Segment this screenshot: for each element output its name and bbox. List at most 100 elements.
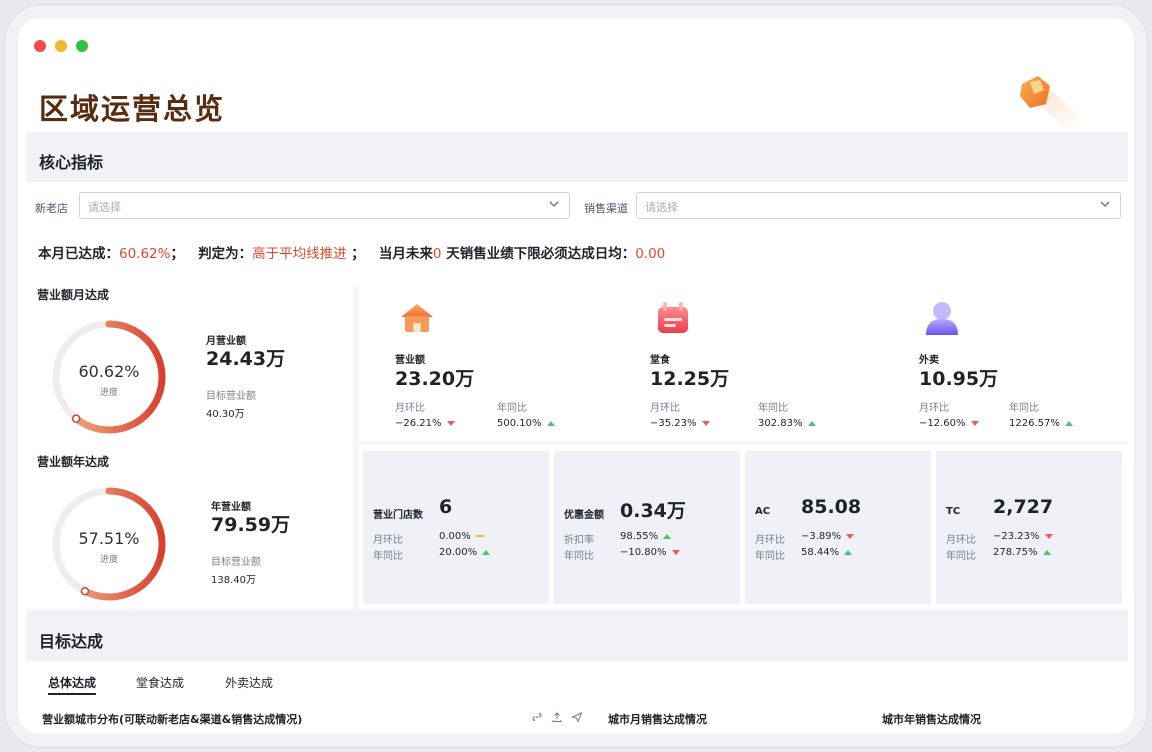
metric-row1-value: −3.89%	[801, 531, 855, 542]
tab-dine-in[interactable]: 堂食达成	[136, 674, 184, 691]
trend-down-icon	[846, 533, 855, 539]
status-future-prefix: 当月未来	[378, 246, 433, 262]
status-judge-value: 高于平均线推进	[252, 246, 347, 262]
core-section-header	[26, 132, 1128, 182]
kpi-mom-text: −35.23%	[650, 418, 697, 429]
metric-row2-text: 278.75%	[993, 547, 1038, 558]
chevron-down-icon	[549, 201, 559, 207]
metric-row1-value: 98.55%	[620, 531, 672, 542]
yearly-target-label: 目标营业额	[211, 557, 261, 568]
monthly-turnover-value: 24.43万	[206, 348, 286, 370]
maximize-window-dot[interactable]	[76, 40, 88, 52]
decorative-illustration-icon	[1020, 76, 1082, 130]
metric-row1-text: 98.55%	[620, 531, 659, 542]
yearly-target-value: 138.40万	[211, 575, 256, 586]
trend-up-icon	[663, 533, 672, 539]
yearly-progress-percent: 57.51%	[78, 529, 140, 548]
status-future-days: 0	[432, 246, 442, 262]
metric-row2-label: 年同比	[755, 551, 785, 562]
monthly-progress-label: 进度	[99, 388, 118, 398]
link-icon[interactable]	[531, 711, 543, 723]
metric-row2-value: −10.80%	[620, 547, 680, 558]
city-yearly-subtitle: 城市年销售达成情况	[882, 713, 981, 726]
kpi-mom-label: 月环比	[395, 403, 425, 414]
status-future-suffix: 天销售业绩下限必须达成日均：	[441, 246, 636, 262]
kpi-yoy-text: 302.83%	[758, 418, 803, 429]
metric-label: AC	[755, 506, 771, 517]
metric-row2-text: 20.00%	[439, 547, 478, 558]
achievement-status: 本月已达成：60.62%； 判定为：高于平均线推进 ； 当月未来0 天销售业绩下…	[38, 242, 665, 262]
kpi-yoy-value: 500.10%	[497, 418, 555, 429]
kpi-yoy-label: 年同比	[1009, 403, 1039, 414]
status-sep: ；	[351, 246, 365, 262]
trend-down-icon	[446, 420, 455, 426]
metric-row1-text: −23.23%	[993, 531, 1040, 542]
target-section-header	[26, 612, 1128, 662]
store-type-select[interactable]: 请选择	[79, 192, 570, 219]
monthly-target-label: 目标营业额	[206, 391, 256, 402]
monthly-target-value: 40.30万	[206, 409, 245, 420]
metric-value: 6	[439, 496, 453, 518]
channel-select[interactable]: 请选择	[636, 192, 1121, 219]
kpi-mom-text: −12.60%	[919, 418, 966, 429]
kpi-mom-label: 月环比	[919, 403, 949, 414]
kpi-card: 营业额 23.20万 月环比 年同比 −26.21% 500.10% 堂食 12.25万 月环比…	[359, 276, 1128, 441]
kpi-yoy-text: 500.10%	[497, 418, 542, 429]
kpi-mom-value: −26.21%	[395, 418, 455, 429]
metric-card: AC 85.08 月环比 年同比 −3.89% 58.44%	[745, 451, 931, 604]
yearly-turnover-value: 79.59万	[211, 514, 291, 536]
metric-card: 优惠金额 0.34万 折扣率 年同比 98.55% −10.80%	[554, 451, 740, 604]
send-icon[interactable]	[571, 711, 583, 723]
kpi-yoy-value: 302.83%	[758, 418, 816, 429]
store-type-label: 新老店	[35, 202, 68, 215]
status-achieved: 60.62%	[119, 246, 171, 262]
metric-row2-value: 278.75%	[993, 547, 1051, 558]
kpi-yoy-label: 年同比	[758, 403, 788, 414]
channel-placeholder: 请选择	[645, 201, 678, 214]
yearly-gauge-title: 营业额年达成	[37, 455, 110, 469]
filter-panel: 新老店 请选择 销售渠道 请选择	[26, 182, 1128, 286]
trend-down-icon	[671, 549, 680, 555]
status-prefix: 本月已达成：	[38, 246, 119, 262]
kpi-value: 10.95万	[919, 368, 999, 390]
tab-overall[interactable]: 总体达成	[48, 674, 97, 695]
status-sep: ；	[170, 246, 184, 262]
turnover-achievement-card: 营业额月达成 60.62% 进度 月营业额 24.43万 目标营业额 40.30…	[26, 276, 353, 609]
metric-row2-value: 20.00%	[439, 547, 491, 558]
app-window: 区域运营总览 核心指标 新老店 请选择 销售渠道 请选择 本月已达成：60.62…	[18, 18, 1134, 734]
kpi-value: 12.25万	[650, 368, 730, 390]
metric-label: TC	[946, 506, 961, 517]
metric-row2-label: 年同比	[564, 551, 594, 562]
trend-up-icon	[844, 549, 853, 555]
trend-down-icon	[1044, 533, 1053, 539]
core-section-title: 核心指标	[39, 153, 104, 172]
metric-row2-text: 58.44%	[801, 547, 840, 558]
metric-value: 85.08	[801, 496, 862, 518]
trend-flat-icon	[475, 535, 484, 537]
minimize-window-dot[interactable]	[55, 40, 67, 52]
store-type-placeholder: 请选择	[88, 201, 121, 214]
trend-up-icon	[482, 549, 491, 555]
metric-row1-value: −23.23%	[993, 531, 1053, 542]
target-section-title: 目标达成	[39, 632, 104, 651]
trend-up-icon	[1042, 549, 1051, 555]
monthly-gauge-title: 营业额月达成	[37, 288, 110, 302]
share-icon[interactable]	[551, 711, 563, 723]
status-judge-label: 判定为：	[198, 246, 253, 262]
metric-row2-label: 年同比	[946, 551, 976, 562]
trend-up-icon	[1064, 420, 1073, 426]
kpi-mom-label: 月环比	[650, 403, 680, 414]
metric-value: 2,727	[993, 496, 1054, 518]
close-window-dot[interactable]	[34, 40, 46, 52]
kpi-yoy-label: 年同比	[497, 403, 527, 414]
trend-down-icon	[701, 420, 710, 426]
kpi-mom-value: −12.60%	[919, 418, 979, 429]
city-monthly-subtitle: 城市月销售达成情况	[608, 713, 707, 726]
metric-row2-label: 年同比	[373, 551, 403, 562]
delivery-icon	[926, 302, 958, 335]
metric-card: TC 2,727 月环比 年同比 −23.23% 278.75%	[936, 451, 1122, 604]
tab-delivery[interactable]: 外卖达成	[225, 674, 273, 691]
metric-row1-text: −3.89%	[801, 531, 842, 542]
metric-row1-text: 0.00%	[439, 531, 471, 542]
page-title: 区域运营总览	[39, 92, 226, 126]
